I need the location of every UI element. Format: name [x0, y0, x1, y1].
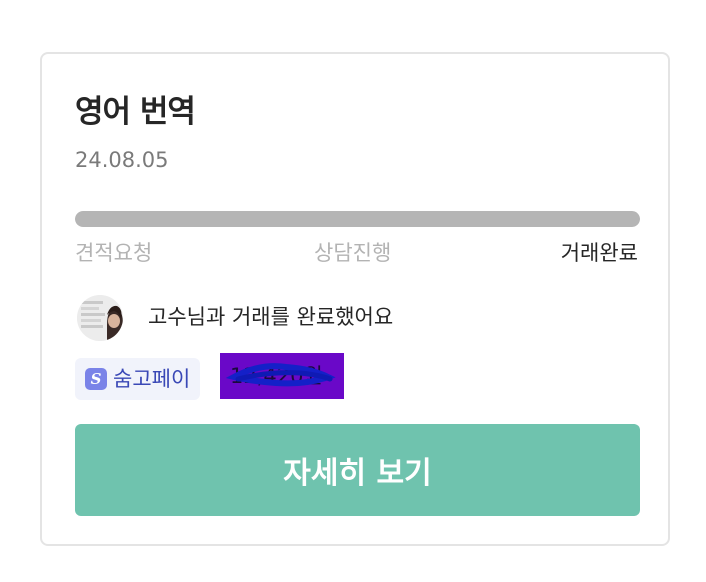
scribble-overlay	[225, 363, 336, 387]
soomgo-pay-badge: S 숨고페이	[75, 358, 201, 400]
step-consultation: 상담진행	[314, 241, 392, 265]
pay-label: 숨고페이	[113, 367, 191, 391]
amount-redaction: 12,420원	[220, 353, 344, 399]
card-title: 영어 번역	[75, 94, 196, 130]
view-details-button[interactable]: 자세히 보기	[75, 424, 640, 516]
avatar	[77, 295, 123, 341]
card-date: 24.08.05	[75, 148, 169, 172]
s-logo-icon: S	[85, 368, 107, 390]
completion-message: 고수님과 거래를 완료했어요	[148, 305, 394, 329]
transaction-card: 영어 번역 24.08.05 견적요청 상담진행 거래완료 고수님과 거래를 완…	[40, 52, 670, 546]
step-completed: 거래완료	[560, 241, 638, 265]
progress-bar	[75, 211, 640, 227]
progress-fill	[75, 211, 640, 227]
step-quote-request: 견적요청	[75, 241, 153, 265]
